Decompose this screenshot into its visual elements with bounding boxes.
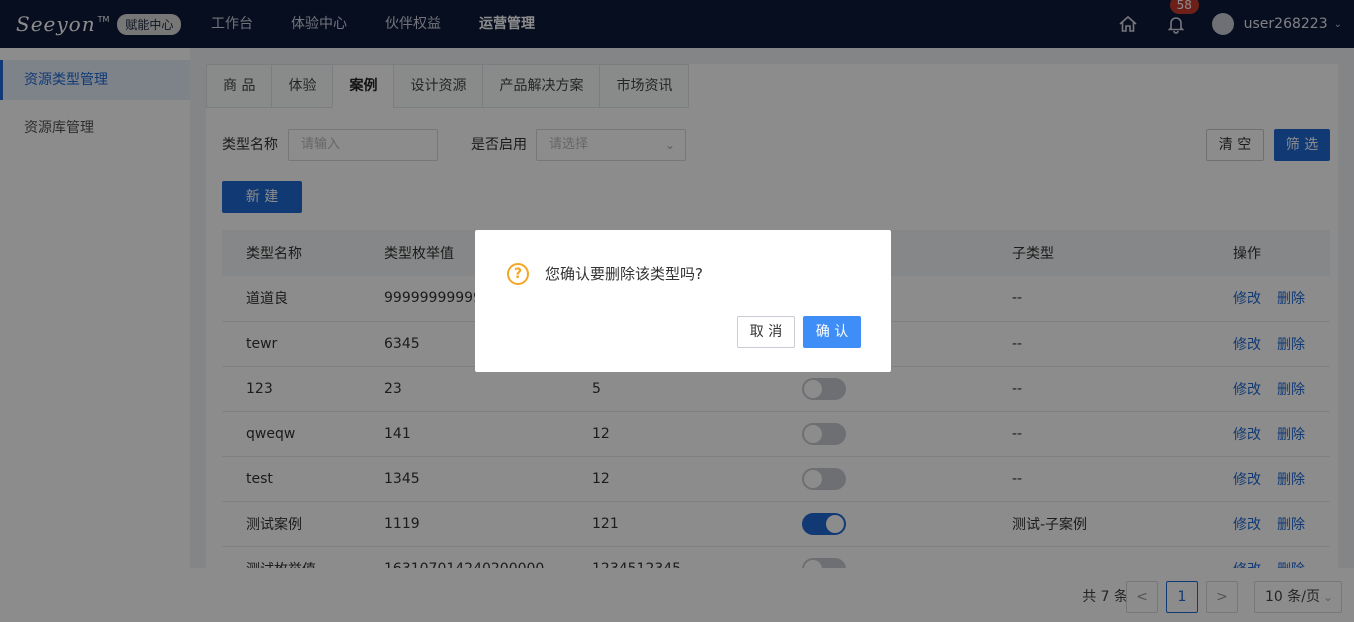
dialog-message: 您确认要删除该类型吗?: [545, 265, 703, 283]
confirm-delete-dialog: ? 您确认要删除该类型吗? 取 消 确 认: [475, 230, 891, 372]
question-icon: ?: [507, 263, 529, 285]
cancel-button[interactable]: 取 消: [737, 316, 795, 348]
confirm-button[interactable]: 确 认: [803, 316, 861, 348]
